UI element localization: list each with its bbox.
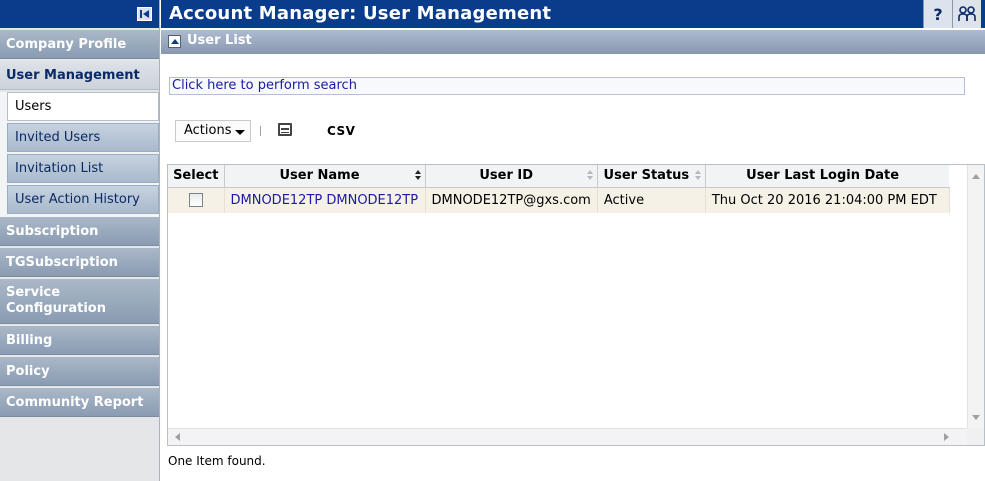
- user-name-cell: DMNODE12TP DMNODE12TP: [224, 187, 426, 213]
- column-header-label: Select: [173, 168, 219, 184]
- table-row: DMNODE12TP DMNODE12TP DMNODE12TP@gxs.com…: [168, 187, 950, 213]
- sidebar-subitem-label: User Action History: [15, 192, 140, 207]
- horizontal-scrollbar[interactable]: [168, 428, 968, 445]
- table-header-row: Select User Name User ID User Status Use…: [168, 165, 950, 188]
- sidebar-subitem-invitation-list[interactable]: Invitation List: [7, 154, 159, 183]
- column-header-last-login-date[interactable]: User Last Login Date: [705, 165, 950, 188]
- sidebar-item-service-configuration[interactable]: Service Configuration: [0, 279, 159, 324]
- user-id-cell: DMNODE12TP@gxs.com: [425, 187, 598, 213]
- sidebar-item-label: Community Report: [6, 394, 144, 410]
- collapse-section-icon[interactable]: [168, 35, 181, 48]
- scroll-right-icon[interactable]: [944, 433, 949, 441]
- actions-dropdown[interactable]: Actions: [175, 120, 251, 142]
- row-checkbox[interactable]: [188, 193, 203, 208]
- help-icon[interactable]: ?: [923, 0, 952, 28]
- actions-label: Actions: [184, 123, 232, 138]
- column-header-user-name[interactable]: User Name: [224, 165, 426, 188]
- scroll-down-icon[interactable]: [972, 415, 980, 420]
- column-header-label: User Last Login Date: [746, 168, 900, 184]
- sidebar-item-tgsubscription[interactable]: TGSubscription: [0, 248, 159, 277]
- app-header: Account Manager: User Management ?: [161, 0, 985, 28]
- sidebar: Company Profile User Management Users In…: [0, 0, 160, 481]
- sort-icon[interactable]: [414, 170, 422, 182]
- sidebar-item-billing[interactable]: Billing: [0, 326, 159, 355]
- last-login-cell: Thu Oct 20 2016 21:04:00 PM EDT: [705, 187, 950, 213]
- user-list-section-bar: User List: [161, 30, 985, 54]
- sidebar-collapse-bar: [0, 0, 159, 28]
- sidebar-subitem-label: Users: [15, 99, 52, 114]
- sort-icon[interactable]: [586, 170, 594, 182]
- user-status-cell: Active: [597, 187, 706, 213]
- result-count: One Item found.: [168, 454, 266, 468]
- sidebar-item-subscription[interactable]: Subscription: [0, 217, 159, 246]
- sidebar-item-label: User Management: [6, 67, 140, 83]
- sidebar-subitem-invited-users[interactable]: Invited Users: [7, 123, 159, 152]
- user-table: Select User Name User ID User Status Use…: [167, 164, 985, 446]
- perform-search-link[interactable]: Click here to perform search: [169, 77, 965, 95]
- column-header-user-status[interactable]: User Status: [597, 165, 706, 188]
- sidebar-subitem-user-action-history[interactable]: User Action History: [7, 185, 159, 214]
- sidebar-item-label: TGSubscription: [6, 254, 118, 270]
- vertical-scrollbar[interactable]: [967, 165, 984, 429]
- csv-export-button[interactable]: CSV: [327, 124, 355, 138]
- sidebar-subitem-label: Invitation List: [15, 161, 104, 176]
- user-management-submenu: Users Invited Users Invitation List User…: [0, 92, 159, 217]
- section-title: User List: [187, 33, 252, 48]
- sidebar-item-company-profile[interactable]: Company Profile: [0, 30, 159, 59]
- column-header-user-id[interactable]: User ID: [425, 165, 598, 188]
- sidebar-item-label: Billing: [6, 332, 53, 348]
- help-glyph: ?: [933, 4, 943, 24]
- sidebar-item-user-management[interactable]: User Management: [0, 61, 159, 90]
- user-name-link[interactable]: DMNODE12TP DMNODE12TP: [231, 193, 419, 208]
- column-header-label: User Name: [279, 168, 360, 184]
- chevron-down-icon: [235, 130, 245, 135]
- collapse-sidebar-icon[interactable]: [137, 7, 152, 21]
- column-header-label: User Status: [603, 168, 690, 184]
- scrollbar-corner: [967, 428, 984, 445]
- column-header-label: User ID: [479, 168, 534, 184]
- scroll-up-icon[interactable]: [972, 174, 980, 179]
- column-header-select: Select: [168, 165, 225, 188]
- page-title: Account Manager: User Management: [169, 3, 552, 24]
- print-icon[interactable]: [278, 123, 292, 136]
- sidebar-item-policy[interactable]: Policy: [0, 357, 159, 386]
- users-glyph: [958, 6, 976, 21]
- sidebar-item-community-report[interactable]: Community Report: [0, 388, 159, 417]
- sidebar-item-label: Subscription: [6, 223, 99, 239]
- sidebar-item-label: Policy: [6, 363, 50, 379]
- sidebar-item-label: Company Profile: [6, 36, 127, 52]
- users-icon[interactable]: [952, 0, 981, 28]
- row-select-cell: [168, 187, 225, 213]
- sidebar-item-label: Service Configuration: [6, 285, 106, 316]
- sort-icon[interactable]: [694, 170, 702, 182]
- sidebar-subitem-label: Invited Users: [15, 130, 101, 145]
- sidebar-subitem-users[interactable]: Users: [7, 92, 159, 121]
- toolbar-divider: [260, 126, 261, 136]
- scroll-left-icon[interactable]: [175, 433, 180, 441]
